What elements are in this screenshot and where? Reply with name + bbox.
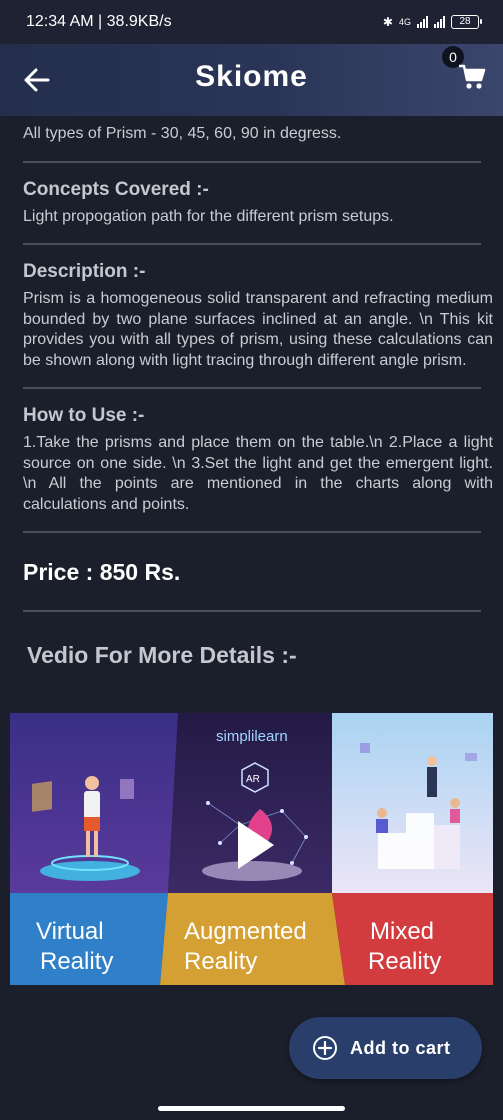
add-to-cart-button[interactable]: Add to cart	[289, 1017, 482, 1079]
network-type-label: 4G	[398, 17, 411, 27]
brand-logo: simplilearn	[216, 728, 288, 745]
concepts-heading: Concepts Covered :-	[23, 178, 209, 200]
how-to-text: 1.Take the prisms and place them on the …	[23, 434, 493, 513]
price-label: Price : 850 Rs.	[23, 559, 181, 585]
ar-badge: AR	[246, 774, 260, 785]
home-indicator[interactable]	[158, 1106, 345, 1111]
battery-icon: 28	[451, 15, 482, 29]
intro-text: All types of Prism - 30, 45, 60, 90 in d…	[23, 125, 342, 142]
status-time-speed: 12:34 AM | 38.9KB/s	[26, 13, 172, 30]
video-heading: Vedio For More Details :-	[27, 642, 297, 668]
vr-line1: Virtual	[36, 918, 104, 945]
product-details: All types of Prism - 30, 45, 60, 90 in d…	[23, 116, 493, 669]
divider	[23, 610, 481, 612]
ar-line1: Augmented	[184, 918, 307, 945]
mixed-reality-panel: Mixed Reality	[332, 713, 493, 985]
how-to-heading: How to Use :-	[23, 405, 145, 426]
app-bar: Skiome 0	[0, 44, 503, 116]
concepts-text: Light propogation path for the different…	[23, 207, 394, 225]
mr-line1: Mixed	[370, 918, 434, 945]
add-circle-icon	[313, 1036, 337, 1060]
divider	[23, 243, 481, 245]
virtual-reality-panel: Virtual Reality	[10, 713, 178, 985]
add-to-cart-label: Add to cart	[350, 1037, 451, 1058]
vr-line2: Reality	[40, 948, 113, 975]
video-thumbnail[interactable]: Virtual Reality simplilearn AR Augmented…	[10, 713, 493, 985]
divider	[23, 160, 481, 163]
signal-icon-2	[434, 16, 445, 28]
bluetooth-icon: ✱	[382, 15, 393, 29]
status-bar: 12:34 AM | 38.9KB/s ✱ 4G 28	[0, 0, 503, 44]
divider	[23, 531, 481, 533]
cart-icon[interactable]	[458, 62, 486, 92]
divider	[23, 387, 481, 389]
app-title: Skiome	[195, 60, 308, 93]
signal-icon	[417, 16, 428, 28]
ar-line2: Reality	[184, 948, 257, 975]
description-text: Prism is a homogeneous solid transparent…	[23, 290, 493, 369]
status-icons: ✱ 4G 28	[382, 15, 482, 29]
battery-level: 28	[459, 16, 471, 27]
description-heading: Description :-	[23, 261, 146, 282]
mr-line2: Reality	[368, 948, 441, 975]
augmented-reality-panel: simplilearn AR Augmented Reality	[160, 713, 345, 985]
